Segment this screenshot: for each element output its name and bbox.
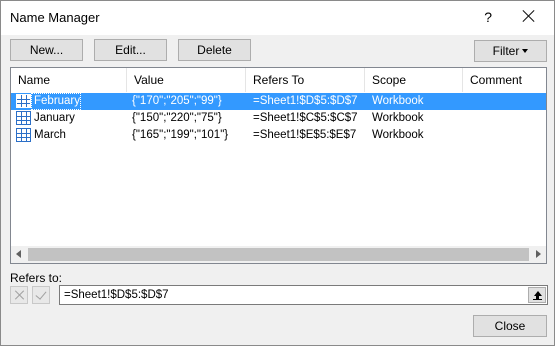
confirm-edit-icon[interactable]	[32, 286, 50, 304]
name-manager-dialog: Name Manager ? New... Edit... Delete Fil…	[0, 0, 555, 346]
column-header-value[interactable]: Value	[127, 68, 246, 92]
collapse-dialog-button[interactable]	[528, 287, 546, 303]
row-name: February	[34, 95, 81, 107]
scroll-right-icon[interactable]	[536, 250, 541, 258]
row-refers-to: =Sheet1!$D$5:$D$7	[253, 95, 358, 107]
refers-to-value: =Sheet1!$D$5:$D$7	[64, 289, 169, 301]
edit-button[interactable]: Edit...	[94, 39, 167, 61]
row-refers-to: =Sheet1!$E$5:$E$7	[253, 129, 357, 141]
table-row[interactable]: March {"165";"199";"101"} =Sheet1!$E$5:$…	[11, 127, 546, 144]
delete-button[interactable]: Delete	[178, 39, 251, 61]
row-value: {"150";"220";"75"}	[132, 112, 222, 124]
dialog-title: Name Manager	[10, 10, 100, 25]
column-header-refers-to[interactable]: Refers To	[246, 68, 365, 92]
close-button[interactable]: Close	[473, 315, 547, 337]
scroll-left-icon[interactable]	[16, 250, 21, 258]
refers-to-input[interactable]: =Sheet1!$D$5:$D$7	[59, 285, 548, 305]
named-range-icon	[16, 111, 31, 125]
column-header-comment[interactable]: Comment	[463, 68, 546, 92]
names-list[interactable]: Name Value Refers To Scope Comment Febru…	[10, 67, 547, 264]
row-scope: Workbook	[372, 112, 424, 124]
refers-to-label: Refers to:	[10, 271, 63, 285]
row-value: {"165";"199";"101"}	[132, 129, 229, 141]
horizontal-scrollbar[interactable]	[11, 246, 546, 263]
dropdown-caret-icon	[522, 49, 529, 53]
row-name: March	[34, 129, 66, 141]
collapse-base-line	[533, 299, 542, 300]
row-name: January	[34, 112, 75, 124]
column-header-name[interactable]: Name	[11, 68, 127, 92]
row-refers-to: =Sheet1!$C$5:$C$7	[253, 112, 358, 124]
list-header: Name Value Refers To Scope Comment	[11, 68, 546, 92]
title-bar: Name Manager ?	[1, 1, 554, 35]
table-row[interactable]: January {"150";"220";"75"} =Sheet1!$C$5:…	[11, 110, 546, 127]
help-button[interactable]: ?	[484, 9, 492, 25]
filter-button[interactable]: Filter	[474, 40, 547, 62]
filter-label: Filter	[492, 44, 520, 58]
new-button[interactable]: New...	[10, 39, 83, 61]
row-value: {"170";"205";"99"}	[132, 95, 222, 107]
column-header-scope[interactable]: Scope	[365, 68, 463, 92]
named-range-icon	[16, 128, 31, 142]
table-row[interactable]: February {"170";"205";"99"} =Sheet1!$D$5…	[11, 93, 546, 110]
cancel-edit-icon[interactable]	[10, 286, 28, 304]
row-scope: Workbook	[372, 95, 424, 107]
named-range-icon	[16, 94, 31, 108]
close-icon[interactable]	[518, 5, 540, 27]
scrollbar-thumb[interactable]	[28, 248, 529, 261]
row-scope: Workbook	[372, 129, 424, 141]
